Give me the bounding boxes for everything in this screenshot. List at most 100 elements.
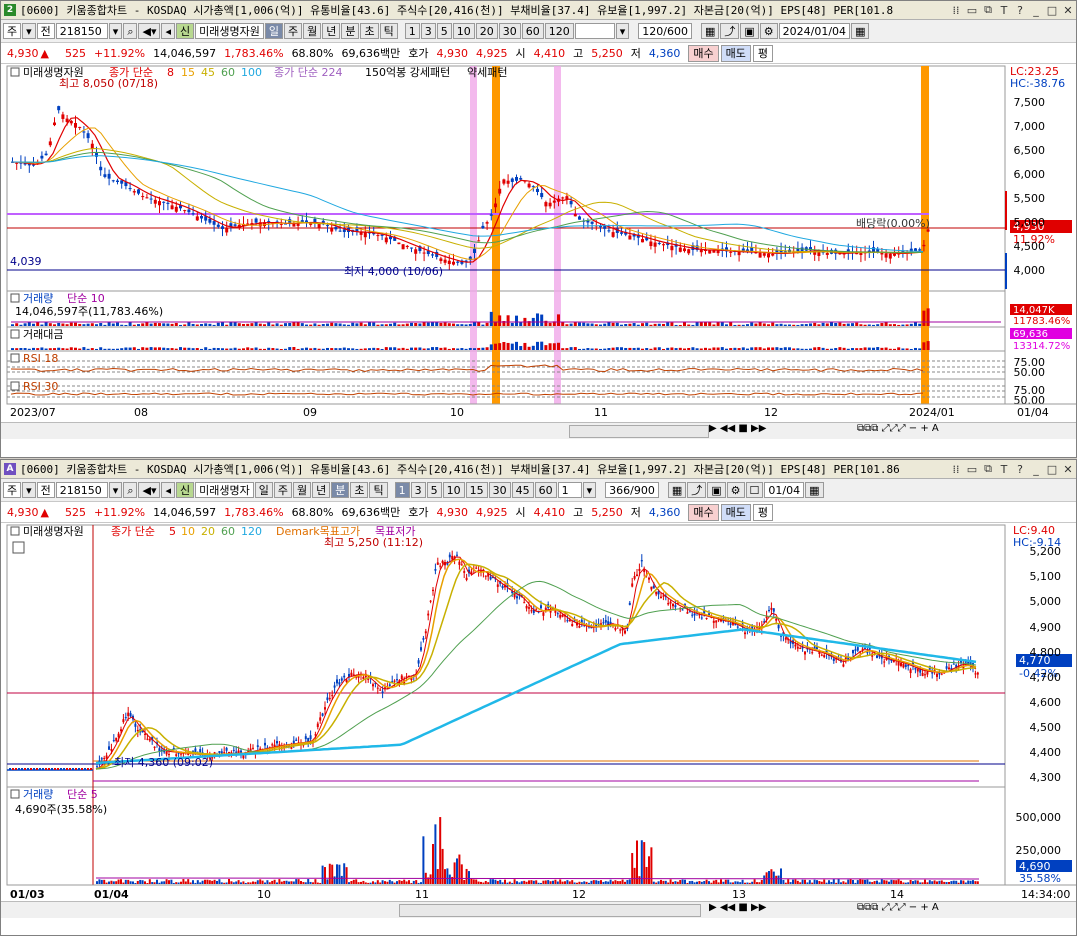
period-minute[interactable]: 분 (331, 482, 350, 498)
eval-button[interactable]: 평 (752, 44, 773, 62)
help-icon[interactable]: ? (1012, 463, 1028, 476)
zoom-controls[interactable]: ⧉⧉⧉ ⤢⤢⤢ − + A (857, 423, 939, 434)
interval-15[interactable]: 15 (465, 482, 488, 498)
playback-controls[interactable]: ▶ ◀◀ ■ ▶▶ (709, 902, 766, 913)
indicator-icon[interactable]: ⤴ (720, 23, 740, 39)
link-icon[interactable]: ⁞⁞ (948, 4, 964, 17)
dropdown-icon[interactable]: ▾ (615, 23, 630, 39)
period-second[interactable]: 초 (360, 23, 379, 39)
calendar-icon[interactable]: ▦ (805, 482, 824, 498)
arrow-icon[interactable]: ◂ (161, 482, 175, 498)
dropdown-icon[interactable]: ▾ (22, 23, 36, 39)
link-icon[interactable]: ⁞⁞ (948, 463, 964, 476)
horizontal-scrollbar[interactable] (569, 425, 709, 438)
period-minute[interactable]: 분 (341, 23, 360, 39)
period-year[interactable]: 년 (322, 23, 341, 39)
volume-bar (141, 323, 145, 326)
date-input[interactable]: 01/04 (764, 482, 805, 498)
tools-icon[interactable]: ▦ (700, 23, 720, 39)
mode-select[interactable]: 주 (3, 482, 22, 498)
maximize-button[interactable]: □ (1044, 463, 1060, 476)
period-month[interactable]: 월 (303, 23, 322, 39)
sell-button[interactable]: 매도 (720, 503, 751, 521)
text-icon[interactable]: T (996, 4, 1012, 17)
interval-30[interactable]: 30 (488, 482, 511, 498)
interval-3[interactable]: 3 (420, 23, 436, 39)
period-day[interactable]: 일 (264, 23, 283, 39)
period-day[interactable]: 일 (254, 482, 273, 498)
minimize-button[interactable]: _ (1028, 463, 1044, 476)
top-chart-svg[interactable]: 미래생명자원 종가 단순 8 15 45 60 100 종가 단순 224 15… (1, 64, 1076, 425)
mode-select[interactable]: 주 (3, 23, 22, 39)
bottom-chart-svg[interactable]: 미래생명자원 종가 단순 5 10 20 60 120 Demark목표고가 목… (1, 523, 1076, 903)
minimize-icon[interactable]: ▭ (964, 463, 980, 476)
arrow-icon[interactable]: ◂ (161, 23, 175, 39)
stock-code-input[interactable]: 218150 (55, 23, 108, 39)
bottom-scroll-bar[interactable]: ▶ ◀◀ ■ ▶▶ ⧉⧉⧉ ⤢⤢⤢ − + A (1, 901, 1076, 918)
top-chart-area[interactable]: 미래생명자원 종가 단순 8 15 45 60 100 종가 단순 224 15… (1, 64, 1076, 425)
dropdown-icon[interactable]: ▾ (108, 482, 123, 498)
count-input[interactable]: 120/600 (638, 23, 692, 39)
prev-button[interactable]: 전 (36, 482, 55, 498)
dropdown-icon[interactable]: ▾ (582, 482, 597, 498)
buy-button[interactable]: 매수 (688, 503, 719, 521)
interval-60[interactable]: 60 (521, 23, 544, 39)
save-icon[interactable]: ▣ (707, 482, 726, 498)
interval-5[interactable]: 5 (436, 23, 452, 39)
dropdown-icon[interactable]: ▾ (22, 482, 36, 498)
period-tick[interactable]: 틱 (379, 23, 398, 39)
search-icon[interactable]: ⌕ (123, 23, 138, 39)
date-input[interactable]: 2024/01/04 (778, 23, 851, 39)
interval-120[interactable]: 120 (544, 23, 574, 39)
gear-icon[interactable]: ⚙ (759, 23, 778, 39)
custom-interval-input[interactable]: 1 (557, 482, 582, 498)
save-icon[interactable]: ▣ (740, 23, 759, 39)
restore-icon[interactable]: ⧉ (980, 3, 996, 17)
calendar-icon[interactable]: ▦ (851, 23, 870, 39)
restore-icon[interactable]: ⧉ (980, 462, 996, 476)
bottom-chart-area[interactable]: 미래생명자원 종가 단순 5 10 20 60 120 Demark목표고가 목… (1, 523, 1076, 903)
interval-3[interactable]: 3 (410, 482, 426, 498)
stock-code-input[interactable]: 218150 (55, 482, 108, 498)
interval-10[interactable]: 10 (452, 23, 475, 39)
speaker-icon[interactable]: ◀▾ (138, 482, 161, 498)
search-icon[interactable]: ⌕ (123, 482, 138, 498)
period-tick[interactable]: 틱 (369, 482, 388, 498)
period-week[interactable]: 주 (273, 482, 292, 498)
interval-10[interactable]: 10 (442, 482, 465, 498)
interval-1[interactable]: 1 (404, 23, 420, 39)
period-month[interactable]: 월 (292, 482, 312, 498)
playback-controls[interactable]: ▶ ◀◀ ■ ▶▶ (709, 423, 766, 434)
close-button[interactable]: ✕ (1060, 4, 1076, 17)
horizontal-scrollbar[interactable] (399, 904, 701, 917)
tools-icon[interactable]: ▦ (667, 482, 687, 498)
interval-5[interactable]: 5 (426, 482, 442, 498)
interval-1[interactable]: 1 (394, 482, 410, 498)
interval-30[interactable]: 30 (498, 23, 521, 39)
gear-icon[interactable]: ⚙ (726, 482, 745, 498)
text-icon[interactable]: T (996, 463, 1012, 476)
interval-20[interactable]: 20 (475, 23, 498, 39)
period-second[interactable]: 초 (350, 482, 369, 498)
checkbox[interactable]: ☐ (745, 482, 764, 498)
dropdown-icon[interactable]: ▾ (108, 23, 123, 39)
period-week[interactable]: 주 (283, 23, 303, 39)
custom-interval-input[interactable] (574, 23, 615, 39)
buy-button[interactable]: 매수 (688, 44, 719, 62)
minimize-icon[interactable]: ▭ (964, 4, 980, 17)
count-input[interactable]: 366/900 (605, 482, 659, 498)
help-icon[interactable]: ? (1012, 4, 1028, 17)
speaker-icon[interactable]: ◀▾ (138, 23, 161, 39)
prev-button[interactable]: 전 (36, 23, 55, 39)
zoom-controls[interactable]: ⧉⧉⧉ ⤢⤢⤢ − + A (857, 902, 939, 913)
eval-button[interactable]: 평 (752, 503, 773, 521)
indicator-icon[interactable]: ⤴ (687, 482, 707, 498)
top-scroll-bar[interactable]: ▶ ◀◀ ■ ▶▶ ⧉⧉⧉ ⤢⤢⤢ − + A (1, 422, 1076, 439)
interval-60[interactable]: 60 (534, 482, 557, 498)
maximize-button[interactable]: □ (1044, 4, 1060, 17)
period-year[interactable]: 년 (312, 482, 331, 498)
close-button[interactable]: ✕ (1060, 463, 1076, 476)
minimize-button[interactable]: _ (1028, 4, 1044, 17)
sell-button[interactable]: 매도 (720, 44, 751, 62)
interval-45[interactable]: 45 (511, 482, 534, 498)
